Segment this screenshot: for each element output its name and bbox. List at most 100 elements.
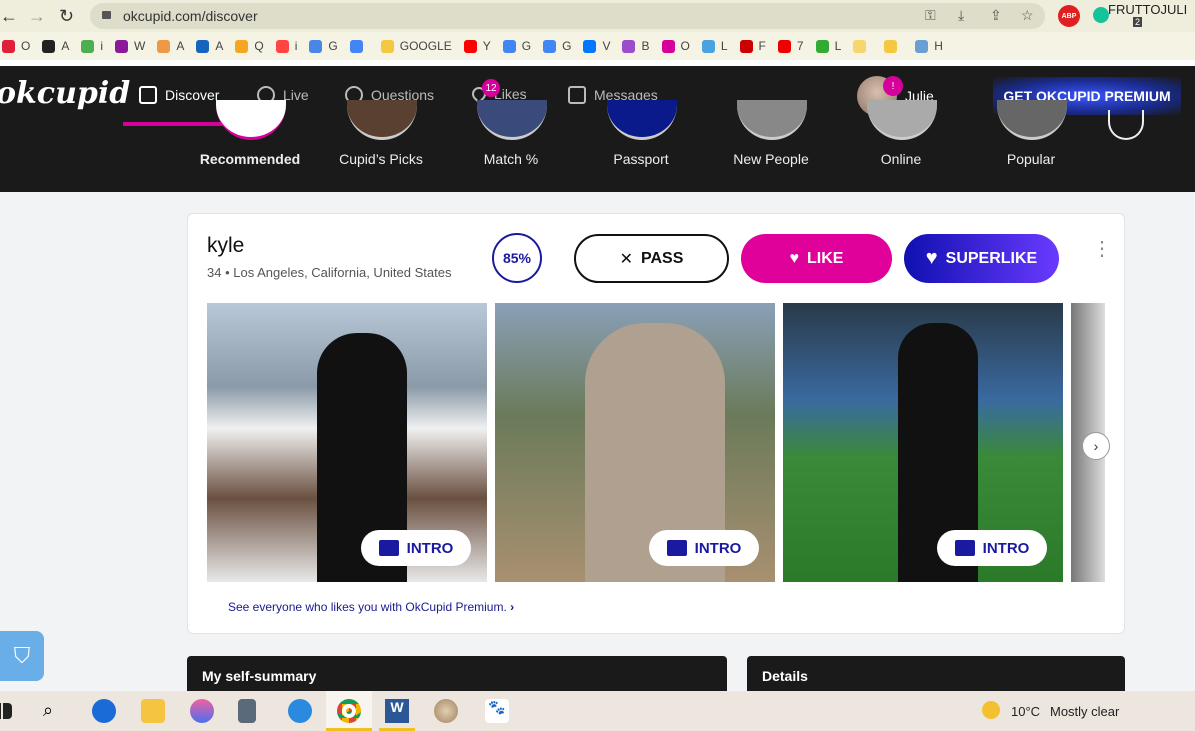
message-icon [378, 540, 399, 556]
bookmark-icon [309, 39, 323, 53]
bookmark-icon [502, 39, 516, 53]
bookmark[interactable]: A [157, 39, 184, 53]
back-button[interactable]: ← [0, 6, 18, 27]
match-percentage: 85% [492, 233, 542, 283]
bookmark[interactable]: Y [463, 39, 491, 53]
bookmark[interactable]: G [309, 39, 338, 53]
bookmark[interactable]: Q [235, 39, 264, 53]
paw-icon[interactable]: 🐾 [485, 699, 509, 723]
bookmark[interactable]: B [622, 39, 650, 53]
bookmark-icon [235, 39, 249, 53]
bookmark[interactable]: O [661, 39, 690, 53]
forward-button[interactable]: → [28, 6, 46, 27]
bookmark-label: i [100, 39, 104, 53]
profile-photo[interactable]: INTRO [783, 303, 1063, 582]
intro-button[interactable]: INTRO [937, 530, 1047, 566]
share-icon[interactable]: ⇪ [990, 7, 1002, 24]
bookmark[interactable]: G [502, 39, 531, 53]
bookmark-label: G [328, 39, 338, 53]
nav-discover[interactable]: Discover [139, 86, 219, 104]
messages-icon [568, 86, 586, 104]
bookmark[interactable]: G [543, 39, 571, 53]
shield-icon[interactable]: ⛉ [0, 631, 44, 681]
bookmark[interactable]: V [583, 39, 610, 53]
file-explorer-icon[interactable] [141, 699, 165, 723]
bookmark[interactable]: A [42, 39, 69, 53]
word-taskbar-button[interactable]: W [379, 691, 415, 731]
paint-icon[interactable] [190, 699, 214, 723]
bookmark[interactable]: L [701, 39, 728, 53]
bookmark-label: Q [254, 39, 264, 53]
more-options-icon[interactable]: ⋮ [1092, 239, 1112, 259]
profile-photo[interactable]: INTRO [495, 303, 775, 582]
bookmark-icon [661, 39, 675, 53]
bookmark-label: W [134, 39, 146, 53]
intro-button[interactable]: INTRO [361, 530, 471, 566]
bookmark[interactable] [349, 39, 369, 53]
chrome-taskbar-button[interactable] [326, 691, 372, 731]
bookmark[interactable]: F [739, 39, 766, 53]
reload-button[interactable]: ↻ [59, 6, 74, 27]
weather-icon [982, 701, 1000, 719]
bookmark[interactable]: i [81, 39, 103, 53]
bookmark-label: B [641, 39, 650, 53]
app-icon[interactable] [288, 699, 312, 723]
bookmark-label: F [758, 39, 766, 53]
bookmark-icon [915, 39, 929, 53]
category-passport[interactable]: Passport [576, 151, 706, 167]
grammarly-icon[interactable] [1093, 7, 1109, 23]
bookmark-icon [115, 39, 129, 53]
windows-start-icon[interactable] [0, 703, 12, 719]
profile-name[interactable]: kyle [207, 234, 244, 258]
bookmark[interactable]: L [815, 39, 841, 53]
bookmark[interactable]: H [915, 39, 943, 53]
word-icon: W [385, 699, 409, 723]
bookmark[interactable]: W [115, 39, 145, 53]
lock-icon [102, 11, 111, 19]
bookmark[interactable]: A [196, 39, 223, 53]
bookmark[interactable]: i [275, 39, 297, 53]
like-label: LIKE [807, 249, 844, 267]
bookmark[interactable]: O [2, 39, 30, 53]
bookmark[interactable] [884, 39, 903, 53]
intro-button[interactable]: INTRO [649, 530, 759, 566]
category-new-people[interactable]: New People [706, 151, 836, 167]
adblock-icon[interactable]: ABP [1058, 5, 1080, 27]
close-icon: ✕ [619, 250, 633, 268]
star-icon[interactable]: ☆ [1021, 7, 1034, 24]
category-match[interactable]: Match % [446, 151, 576, 167]
profile-photo[interactable]: INTRO [207, 303, 487, 582]
weather-text: Mostly clear [1050, 704, 1120, 719]
teamviewer-icon[interactable] [92, 699, 116, 723]
key-icon[interactable]: ⚿ [925, 7, 936, 24]
palette-icon[interactable] [434, 699, 458, 723]
superlike-heart-icon: ♥ [925, 247, 938, 269]
premium-link[interactable]: See everyone who likes you with OkCupid … [228, 600, 514, 614]
nav-label: Live [283, 87, 309, 103]
profile-name[interactable]: FRUTTOJULI [1108, 2, 1187, 17]
bookmark-icon [157, 39, 171, 53]
bookmark-icon [380, 39, 394, 53]
premium-link-text: See everyone who likes you with OkCupid … [228, 600, 507, 614]
install-icon[interactable]: ⤓ [958, 7, 964, 24]
bookmark-icon [2, 39, 15, 53]
category-recommended[interactable]: Recommended [185, 151, 315, 167]
okcupid-logo[interactable]: okcupid [0, 76, 130, 111]
photos-next-button[interactable]: › [1082, 432, 1110, 460]
category-online[interactable]: Online [836, 151, 966, 167]
bookmark-label: V [602, 39, 611, 53]
search-icon[interactable]: ⌕ [43, 700, 67, 724]
bookmark[interactable] [853, 39, 872, 53]
pass-button[interactable]: ✕ PASS [574, 234, 729, 283]
bookmark-label: O [680, 39, 690, 53]
like-button[interactable]: ♥ LIKE [741, 234, 892, 283]
bookmark[interactable]: GOOGLE [380, 39, 452, 53]
superlike-button[interactable]: ♥ SUPERLIKE [904, 234, 1059, 283]
category-popular[interactable]: Popular [966, 151, 1096, 167]
bookmark[interactable]: 7 [777, 39, 804, 53]
details-panel: Details [747, 656, 1125, 696]
bookmark-label: O [21, 39, 31, 53]
address-bar[interactable]: okcupid.com/discover [90, 3, 1045, 29]
category-cupids-picks[interactable]: Cupid’s Picks [316, 151, 446, 167]
calculator-icon[interactable] [238, 699, 256, 723]
